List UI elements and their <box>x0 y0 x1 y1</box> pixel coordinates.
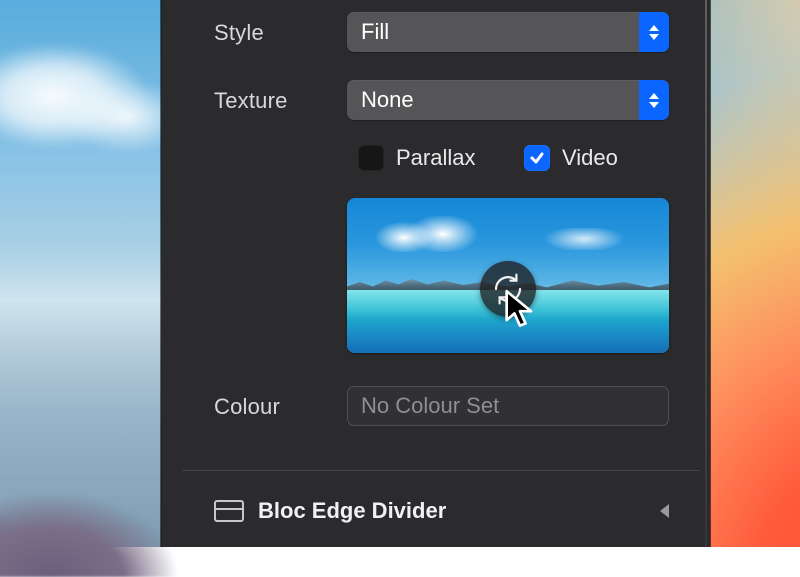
texture-select-value: None <box>347 87 414 113</box>
parallax-checkbox[interactable] <box>358 145 384 171</box>
divider-section-icon <box>214 500 244 522</box>
style-label: Style <box>214 20 346 46</box>
refresh-icon <box>490 271 526 307</box>
chevron-down-icon <box>649 102 659 108</box>
wallpaper-cloud <box>0 40 180 180</box>
select-stepper-icon <box>639 80 669 120</box>
colour-well[interactable]: No Colour Set <box>347 386 669 426</box>
texture-label: Texture <box>214 88 346 114</box>
panel-right-edge <box>705 0 707 547</box>
chevron-up-icon <box>649 93 659 99</box>
replace-asset-button[interactable] <box>480 261 536 317</box>
disclosure-triangle-icon <box>660 504 669 518</box>
thumb-cloud <box>539 228 629 250</box>
chevron-down-icon <box>649 34 659 40</box>
texture-select[interactable]: None <box>347 80 669 120</box>
video-checkbox[interactable] <box>524 145 550 171</box>
thumb-cloud <box>365 216 495 252</box>
colour-well-value: No Colour Set <box>361 393 499 419</box>
section-divider <box>182 470 700 471</box>
section-title: Bloc Edge Divider <box>258 498 446 524</box>
video-checkbox-label: Video <box>562 145 618 171</box>
section-header-bloc-edge-divider[interactable]: Bloc Edge Divider <box>214 498 669 524</box>
style-select[interactable]: Fill <box>347 12 669 52</box>
select-stepper-icon <box>639 12 669 52</box>
parallax-checkbox-label: Parallax <box>396 145 475 171</box>
colour-label: Colour <box>214 394 346 420</box>
style-select-value: Fill <box>347 19 389 45</box>
chevron-up-icon <box>649 25 659 31</box>
